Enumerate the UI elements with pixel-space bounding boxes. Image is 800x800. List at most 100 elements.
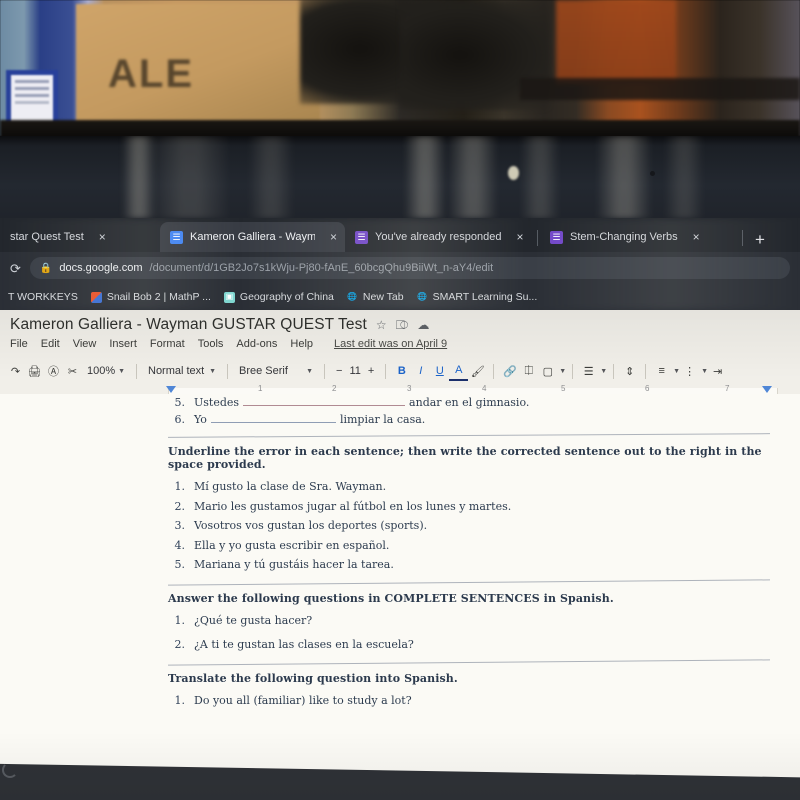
undo-icon[interactable]: ↷	[6, 361, 25, 381]
underline-button[interactable]: U	[430, 361, 449, 381]
toolbar-divider	[136, 363, 137, 379]
chevron-down-icon[interactable]: ▼	[701, 368, 708, 375]
ruler-number: 7	[725, 384, 730, 393]
fill-in-item-6: 6. Yo limpiar la casa.	[168, 411, 770, 428]
item-suffix: andar en el gimnasio.	[409, 396, 530, 409]
font-selector[interactable]: Bree Serif ▼	[234, 361, 318, 381]
indent-marker-right[interactable]	[762, 386, 772, 393]
font-size-decrease-button[interactable]: −	[336, 365, 342, 377]
menu-insert[interactable]: Insert	[109, 338, 137, 350]
menu-addons[interactable]: Add-ons	[236, 338, 277, 350]
dust-speck-light	[508, 166, 519, 180]
forms-icon: ☰	[550, 230, 563, 244]
ruler-number: 3	[407, 384, 412, 393]
menu-help[interactable]: Help	[290, 338, 313, 350]
document-title[interactable]: Kameron Galliera - Wayman GUSTAR QUEST T…	[10, 316, 367, 334]
document-page[interactable]: 5. Ustedes andar en el gimnasio. 6. Yo l…	[0, 394, 800, 800]
ruler-number: 6	[645, 384, 650, 393]
reload-icon[interactable]: ⟳	[10, 262, 21, 275]
cloud-status-icon[interactable]: ☁	[417, 318, 429, 332]
ruler-number: 1	[258, 384, 263, 393]
tab-title: You've already responded	[375, 231, 502, 243]
item-text: ¿Qué te gusta hacer?	[194, 614, 313, 628]
highlight-icon[interactable]: 🖌	[468, 361, 487, 381]
font-size-value[interactable]: 11	[349, 365, 360, 377]
room-background-photo: ALE	[0, 0, 800, 138]
print-icon[interactable]: 🖨	[25, 361, 44, 381]
last-edit-link[interactable]: Last edit was on April 9	[334, 338, 447, 350]
text-color-button[interactable]: A	[449, 361, 469, 381]
align-icon[interactable]: ☰	[579, 361, 598, 381]
close-icon[interactable]: ×	[99, 231, 106, 243]
chevron-down-icon[interactable]: ▼	[600, 368, 607, 375]
tab-divider	[742, 230, 743, 246]
chevron-down-icon: ▼	[306, 367, 313, 375]
italic-button[interactable]: I	[411, 361, 430, 381]
chevron-down-icon[interactable]: ▼	[559, 368, 566, 375]
bookmark-item[interactable]: T WORKKEYS	[8, 291, 78, 303]
toolbar-divider	[324, 363, 325, 379]
tab-title: Stem-Changing Verbs	[570, 231, 678, 243]
list-item: 1. ¿Qué te gusta hacer?	[168, 612, 770, 629]
section-heading-answer-questions: Answer the following questions in COMPLE…	[168, 592, 614, 606]
tab-title: star Quest Test	[10, 231, 84, 243]
lock-icon: 🔒	[39, 262, 53, 274]
paint-format-icon[interactable]: ✂	[63, 361, 82, 381]
bookmarks-bar: T WORKKEYS Snail Bob 2 | MathP ... ▣ Geo…	[0, 284, 800, 310]
section-divider	[168, 579, 770, 586]
indent-icon[interactable]: ⇥	[708, 361, 727, 381]
tab-divider	[537, 230, 538, 246]
star-icon[interactable]: ☆	[376, 318, 387, 332]
address-bar[interactable]: 🔒 docs.google.com/document/d/1GB2Jo7s1kW…	[29, 257, 790, 279]
bookmark-item[interactable]: 🌐 New Tab	[347, 291, 403, 303]
list-item: 2. Mario les gustamos jugar al fútbol en…	[168, 498, 770, 515]
close-icon[interactable]: ×	[330, 231, 337, 243]
close-icon[interactable]: ×	[693, 231, 700, 243]
chevron-down-icon: ▼	[118, 367, 125, 375]
menu-file[interactable]: File	[10, 338, 28, 350]
answer-blank[interactable]	[243, 405, 406, 406]
bookmark-item[interactable]: 🌐 SMART Learning Su...	[417, 291, 538, 303]
link-icon[interactable]: 🔗	[500, 361, 519, 381]
bulleted-list-icon[interactable]: ⋮	[680, 361, 699, 381]
toolbar-divider	[493, 363, 495, 379]
docs-header: Kameron Galliera - Wayman GUSTAR QUEST T…	[0, 310, 800, 358]
numbered-list-icon[interactable]: ≡	[652, 361, 671, 381]
browser-tab-2-active[interactable]: ☰ Kameron Galliera - Wayman GU ×	[160, 222, 345, 252]
answer-blank[interactable]	[210, 422, 336, 424]
bookmark-item[interactable]: Snail Bob 2 | MathP ...	[90, 291, 211, 303]
screenshot-root: ALE star Quest Test × ☰ Kameron Galliera…	[0, 0, 800, 800]
font-size-stepper[interactable]: − 11 +	[331, 361, 379, 381]
chevron-down-icon[interactable]: ▼	[673, 368, 680, 375]
font-size-increase-button[interactable]: +	[368, 365, 374, 377]
item-number: 2.	[174, 638, 186, 652]
spellcheck-icon[interactable]: Ⓐ	[44, 361, 63, 381]
bold-button[interactable]: B	[392, 361, 411, 381]
paragraph-style-selector[interactable]: Normal text ▼	[143, 361, 221, 381]
wooden-chair	[556, 0, 676, 84]
bookmark-label: SMART Learning Su...	[432, 291, 538, 303]
browser-tab-3[interactable]: ☰ You've already responded ×	[345, 222, 535, 252]
toolbar-divider	[227, 363, 228, 379]
indent-marker-left[interactable]	[166, 386, 176, 393]
browser-tab-1[interactable]: star Quest Test ×	[0, 222, 160, 252]
comment-icon[interactable]: ⎅	[519, 361, 538, 381]
bookmark-item[interactable]: ▣ Geography of China	[223, 291, 334, 303]
section-heading-translate: Translate the following question into Sp…	[168, 672, 458, 686]
list-item: 2. ¿A ti te gustan las clases en la escu…	[168, 636, 770, 653]
menu-edit[interactable]: Edit	[41, 338, 60, 350]
menu-format[interactable]: Format	[150, 338, 185, 350]
close-icon[interactable]: ×	[516, 231, 523, 243]
item-number: 4.	[174, 538, 186, 552]
paragraph-style-value: Normal text	[148, 365, 205, 377]
line-spacing-icon[interactable]: ⇕	[620, 361, 639, 381]
menu-view[interactable]: View	[73, 338, 97, 350]
section-divider	[168, 433, 770, 438]
browser-tab-4[interactable]: ☰ Stem-Changing Verbs ×	[540, 222, 740, 252]
image-icon[interactable]: ▢	[538, 361, 557, 381]
zoom-selector[interactable]: 100% ▼	[82, 361, 130, 381]
menu-tools[interactable]: Tools	[198, 338, 224, 350]
new-tab-button[interactable]: +	[745, 231, 775, 252]
document-content: 5. Ustedes andar en el gimnasio. 6. Yo l…	[168, 394, 770, 709]
move-to-folder-icon[interactable]: ⎄	[396, 318, 409, 333]
